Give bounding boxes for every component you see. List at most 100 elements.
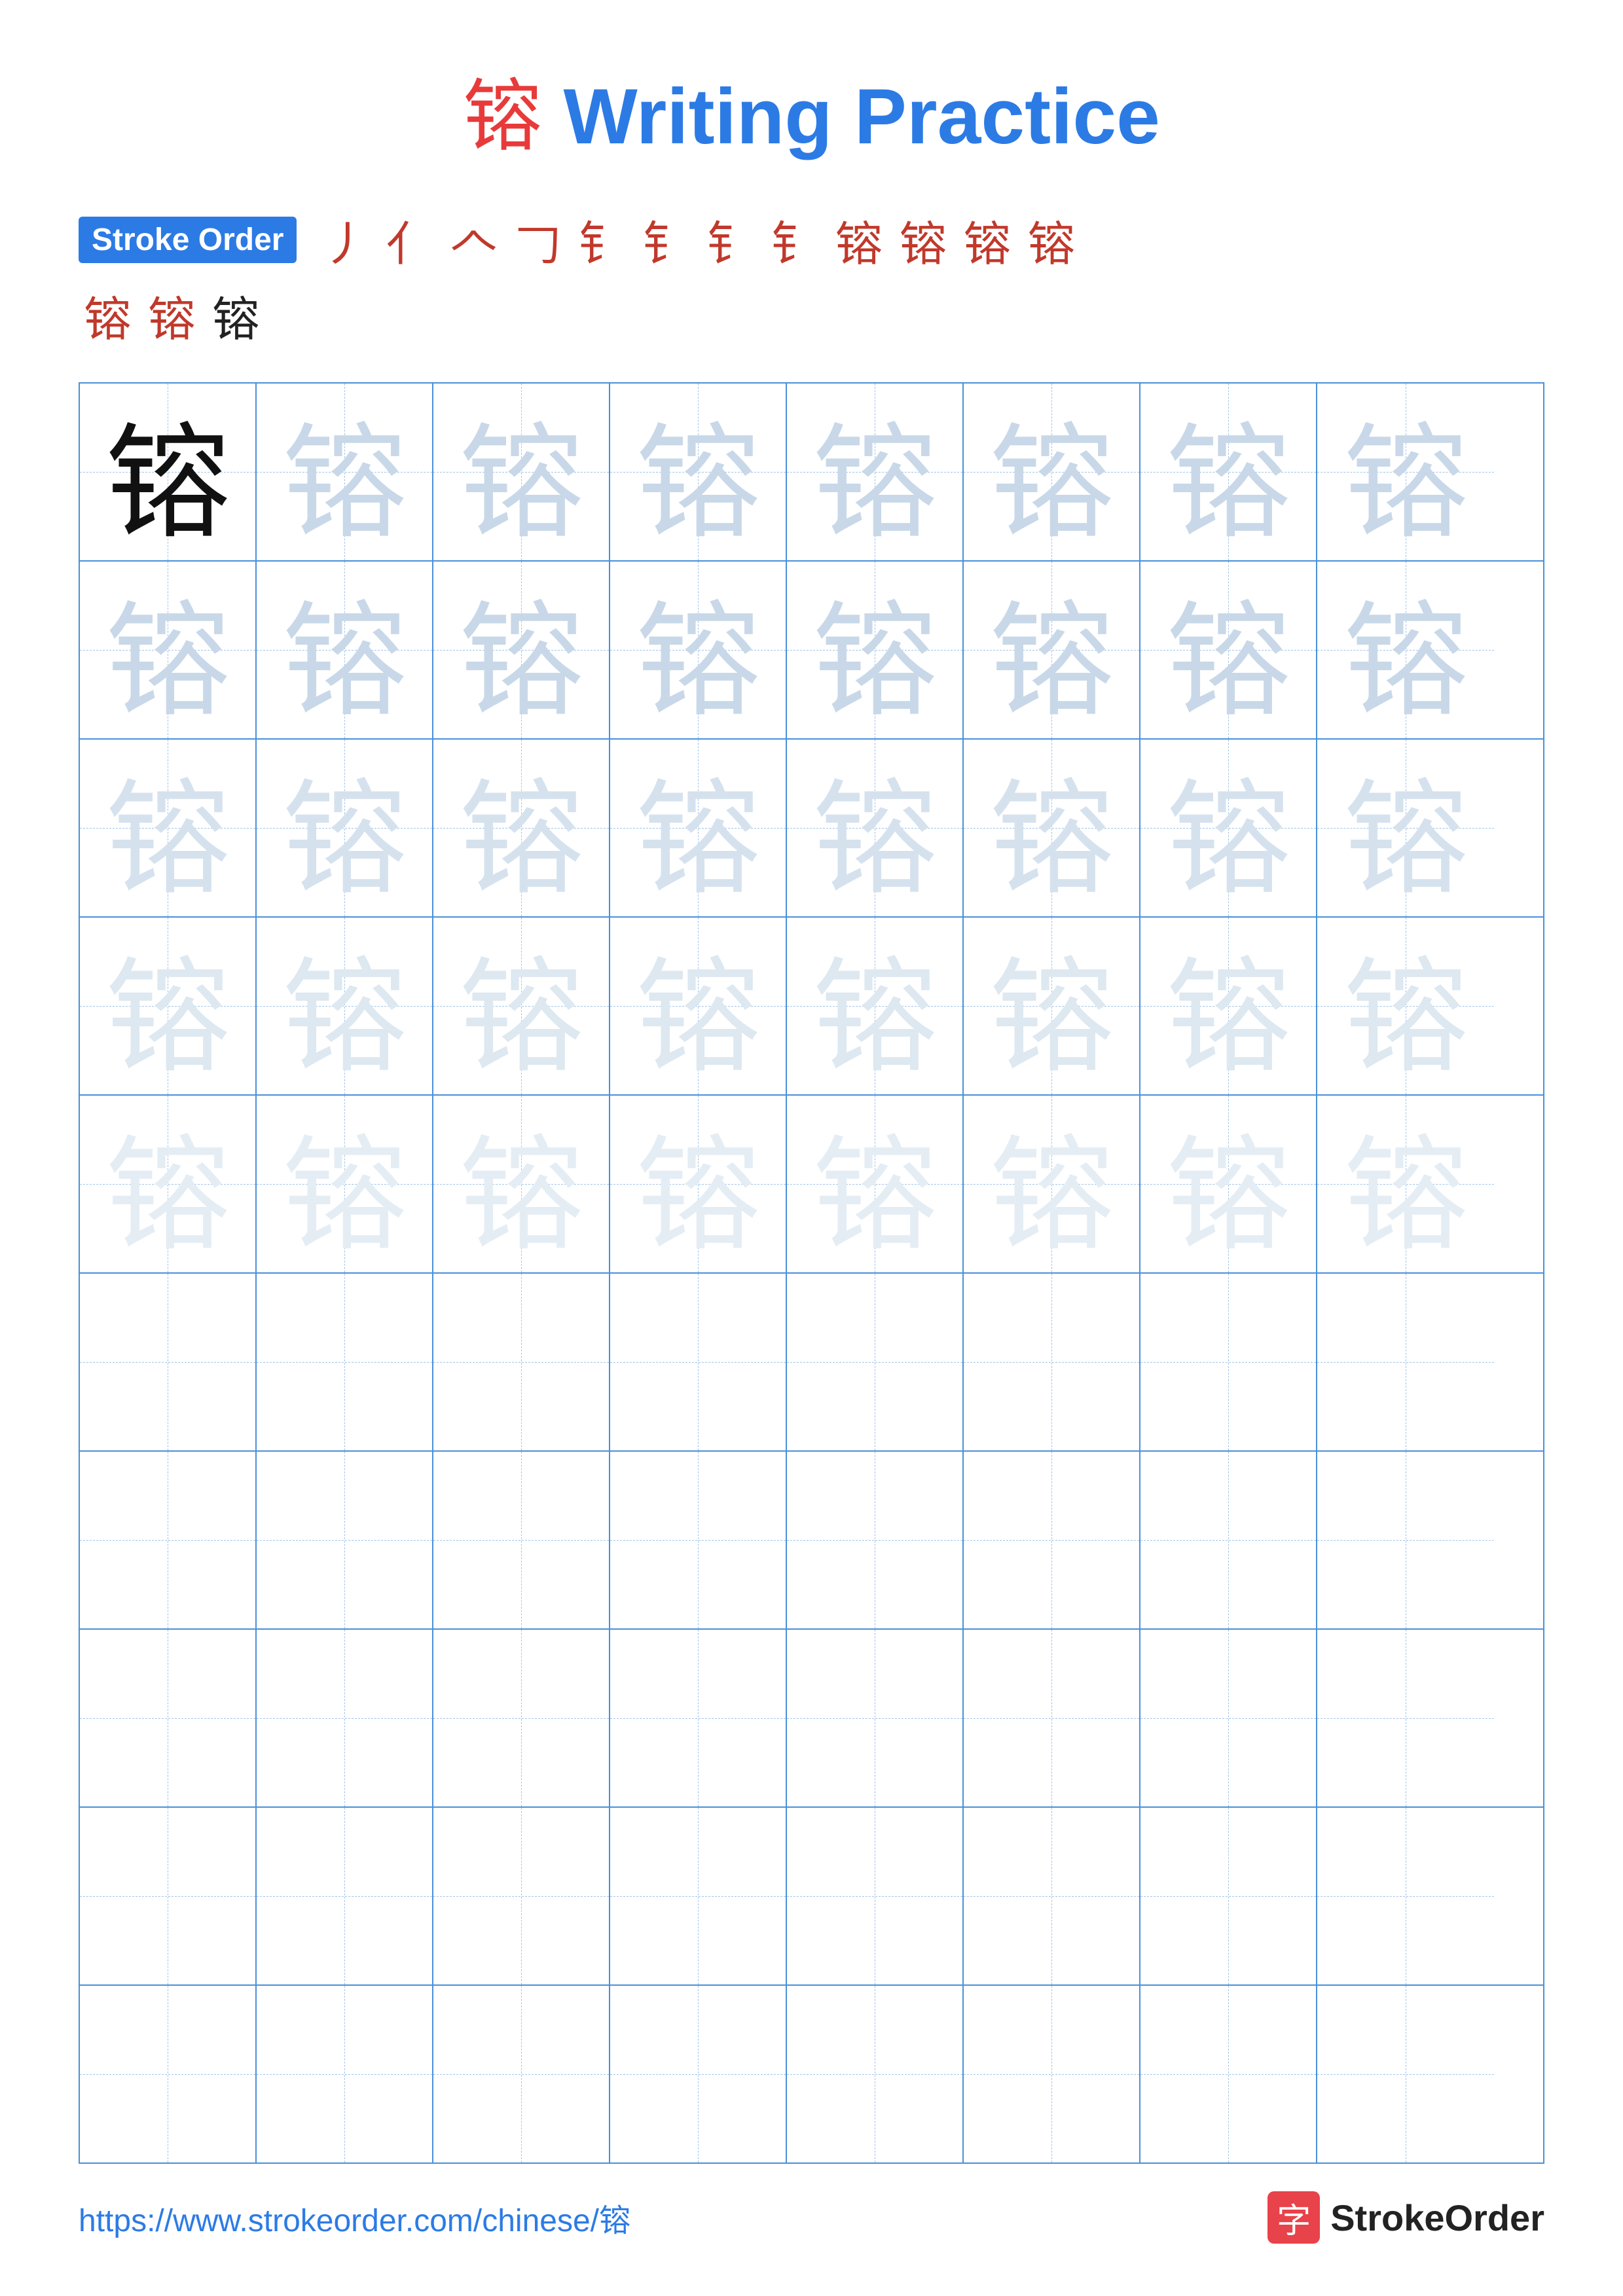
grid-cell: 镕 xyxy=(257,384,433,560)
grid-cell-empty[interactable] xyxy=(433,1452,610,1628)
grid-row-6 xyxy=(80,1274,1543,1452)
grid-cell-empty[interactable] xyxy=(610,1808,787,1984)
grid-cell-empty[interactable] xyxy=(610,1452,787,1628)
grid-cell-empty[interactable] xyxy=(1317,1630,1494,1806)
grid-cell-empty[interactable] xyxy=(1140,1808,1317,1984)
title-writing-practice: Writing Practice xyxy=(541,73,1160,160)
strokeorder-logo-icon: 字 xyxy=(1267,2191,1320,2244)
grid-cell-empty[interactable] xyxy=(1140,1274,1317,1450)
grid-cell-empty[interactable] xyxy=(610,1274,787,1450)
grid-cell: 镕 xyxy=(787,740,964,916)
practice-char-light: 镕 xyxy=(812,738,937,918)
grid-cell-empty[interactable] xyxy=(787,1452,964,1628)
grid-cell-empty[interactable] xyxy=(1140,1630,1317,1806)
grid-row-10 xyxy=(80,1986,1543,2162)
stroke-12: 镕 xyxy=(1028,206,1075,274)
stroke-8: 钅 xyxy=(771,206,818,274)
grid-cell: 镕 xyxy=(257,918,433,1094)
grid-cell-empty[interactable] xyxy=(1317,1986,1494,2162)
practice-char-light: 镕 xyxy=(812,916,937,1096)
stroke-order-badge: Stroke Order xyxy=(79,217,297,263)
grid-cell: 镕 xyxy=(964,384,1140,560)
stroke-15: 镕 xyxy=(212,281,259,350)
practice-char-light: 镕 xyxy=(1343,738,1468,918)
practice-char-light: 镕 xyxy=(1166,738,1290,918)
practice-char-light: 镕 xyxy=(812,382,937,562)
grid-cell: 镕 xyxy=(1317,562,1494,738)
grid-cell: 镕 xyxy=(433,1096,610,1272)
grid-cell-empty[interactable] xyxy=(610,1630,787,1806)
grid-cell-empty[interactable] xyxy=(787,1274,964,1450)
grid-cell-empty[interactable] xyxy=(433,1274,610,1450)
stroke-14: 镕 xyxy=(148,281,195,350)
practice-char-light: 镕 xyxy=(636,1094,760,1274)
grid-cell-empty[interactable] xyxy=(964,1274,1140,1450)
grid-cell-empty[interactable] xyxy=(787,1986,964,2162)
grid-cell-empty[interactable] xyxy=(433,1808,610,1984)
practice-char-light: 镕 xyxy=(1343,382,1468,562)
footer: https://www.strokeorder.com/chinese/镕 字 … xyxy=(0,2191,1623,2244)
grid-cell: 镕 xyxy=(1140,918,1317,1094)
practice-char-light: 镕 xyxy=(812,1094,937,1274)
practice-char-light: 镕 xyxy=(459,916,583,1096)
grid-cell-empty[interactable] xyxy=(1317,1808,1494,1984)
grid-cell: 镕 xyxy=(1317,1096,1494,1272)
grid-cell-empty[interactable] xyxy=(257,1274,433,1450)
grid-cell: 镕 xyxy=(1140,562,1317,738)
practice-char-light: 镕 xyxy=(1166,916,1290,1096)
grid-cell-empty[interactable] xyxy=(433,1986,610,2162)
grid-cell-empty[interactable] xyxy=(1317,1274,1494,1450)
stroke-10: 镕 xyxy=(900,206,947,274)
practice-char-light: 镕 xyxy=(105,738,230,918)
practice-char-light: 镕 xyxy=(1166,1094,1290,1274)
grid-cell: 镕 xyxy=(610,740,787,916)
practice-char-light: 镕 xyxy=(989,1094,1114,1274)
footer-url[interactable]: https://www.strokeorder.com/chinese/镕 xyxy=(79,2195,630,2240)
grid-cell-empty[interactable] xyxy=(610,1986,787,2162)
grid-cell-empty[interactable] xyxy=(1140,1452,1317,1628)
grid-cell: 镕 xyxy=(80,384,257,560)
grid-cell: 镕 xyxy=(964,562,1140,738)
grid-cell-empty[interactable] xyxy=(964,1452,1140,1628)
grid-cell: 镕 xyxy=(787,1096,964,1272)
practice-grid: 镕 镕 镕 镕 镕 镕 镕 镕 镕 镕 镕 镕 镕 镕 镕 镕 镕 镕 镕 镕 … xyxy=(79,382,1544,2164)
grid-cell-empty[interactable] xyxy=(964,1808,1140,1984)
grid-row-5: 镕 镕 镕 镕 镕 镕 镕 镕 xyxy=(80,1096,1543,1274)
grid-cell: 镕 xyxy=(1317,384,1494,560)
grid-cell-empty[interactable] xyxy=(80,1808,257,1984)
grid-cell-empty[interactable] xyxy=(1317,1452,1494,1628)
practice-char-light: 镕 xyxy=(282,382,407,562)
grid-cell-empty[interactable] xyxy=(433,1630,610,1806)
practice-char-light: 镕 xyxy=(459,382,583,562)
stroke-7: 钅 xyxy=(707,206,754,274)
grid-cell-empty[interactable] xyxy=(80,1274,257,1450)
grid-row-4: 镕 镕 镕 镕 镕 镕 镕 镕 xyxy=(80,918,1543,1096)
stroke-order-row: Stroke Order 丿 亻 𠆢 𠃌 钅 钅 钅 钅 镕 镕 镕 镕 xyxy=(79,206,1544,274)
grid-cell: 镕 xyxy=(787,384,964,560)
practice-char-light: 镕 xyxy=(105,1094,230,1274)
practice-char-light: 镕 xyxy=(105,560,230,740)
grid-cell-empty[interactable] xyxy=(80,1630,257,1806)
grid-cell-empty[interactable] xyxy=(964,1630,1140,1806)
grid-cell: 镕 xyxy=(1317,740,1494,916)
grid-cell: 镕 xyxy=(80,562,257,738)
grid-cell-empty[interactable] xyxy=(257,1986,433,2162)
grid-cell: 镕 xyxy=(433,562,610,738)
title-character: 镕 xyxy=(463,73,541,160)
practice-char-light: 镕 xyxy=(282,560,407,740)
grid-cell-empty[interactable] xyxy=(80,1986,257,2162)
grid-cell-empty[interactable] xyxy=(787,1808,964,1984)
grid-row-7 xyxy=(80,1452,1543,1630)
practice-char-light: 镕 xyxy=(636,738,760,918)
grid-cell-empty[interactable] xyxy=(257,1630,433,1806)
grid-cell-empty[interactable] xyxy=(1140,1986,1317,2162)
grid-cell-empty[interactable] xyxy=(80,1452,257,1628)
page-title: 镕 Writing Practice xyxy=(0,0,1623,166)
grid-cell: 镕 xyxy=(80,1096,257,1272)
grid-cell-empty[interactable] xyxy=(964,1986,1140,2162)
grid-cell: 镕 xyxy=(1140,740,1317,916)
stroke-3: 𠆢 xyxy=(450,206,497,274)
grid-cell-empty[interactable] xyxy=(257,1452,433,1628)
grid-cell-empty[interactable] xyxy=(787,1630,964,1806)
grid-cell-empty[interactable] xyxy=(257,1808,433,1984)
